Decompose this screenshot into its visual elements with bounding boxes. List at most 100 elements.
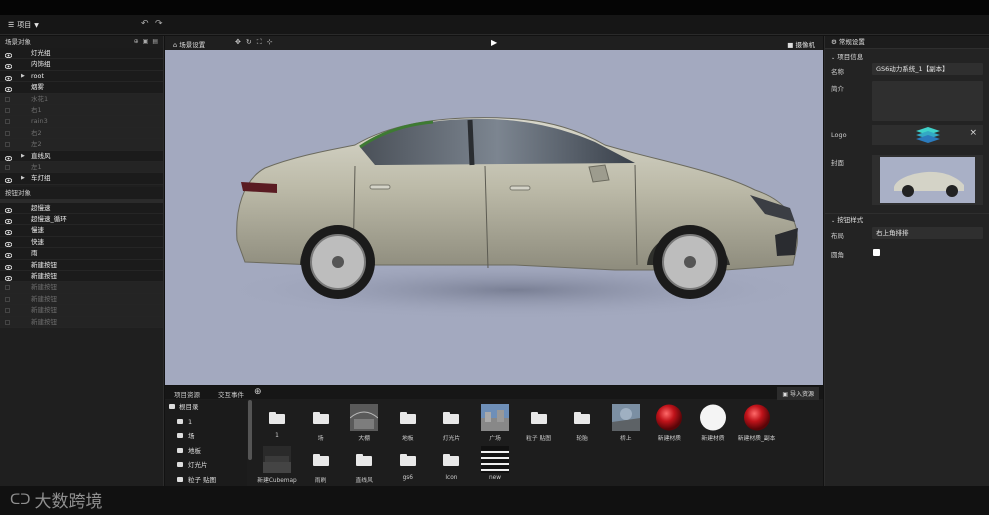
expand-caret-icon[interactable]: ▶ — [21, 173, 25, 184]
eye-icon[interactable] — [4, 62, 13, 70]
tab-project-assets[interactable]: 项目资源 — [174, 389, 200, 399]
hidden-toggle[interactable] — [5, 308, 10, 314]
asset-item[interactable]: new — [473, 444, 517, 486]
eye-icon[interactable] — [4, 263, 13, 270]
hidden-toggle[interactable] — [5, 119, 10, 125]
tree-row[interactable]: 水花1 — [0, 93, 163, 105]
3d-viewport[interactable] — [165, 50, 823, 385]
tree-row[interactable]: 右1 — [0, 104, 163, 117]
footer-bar — [0, 486, 989, 515]
tree-row-label: 灯光组 — [31, 49, 51, 57]
button-style-title: 按钮样式 — [837, 216, 864, 224]
folder-icon — [393, 404, 423, 431]
eye-icon[interactable] — [4, 176, 13, 184]
hidden-toggle[interactable] — [5, 107, 10, 113]
tree-row[interactable]: ▶ 直线风 — [0, 150, 163, 162]
directory-label: 灯光片 — [188, 461, 208, 469]
tree-row[interactable]: 左1 — [0, 161, 163, 174]
scene-settings-label: 场景设置 — [179, 41, 206, 49]
eye-icon[interactable] — [4, 240, 13, 248]
directory-scrollbar[interactable] — [248, 400, 252, 460]
eye-icon[interactable] — [4, 154, 13, 161]
directory-label: 1 — [188, 417, 193, 426]
tree-row[interactable]: 灯光组 — [0, 48, 163, 60]
eye-icon[interactable] — [4, 85, 13, 93]
tree-row[interactable]: 新建按钮 — [0, 316, 163, 328]
add-icon[interactable]: ⊕ — [134, 36, 139, 48]
button-style-section[interactable]: ⌄ 按钮样式 — [825, 213, 989, 225]
directory-item[interactable]: 粒子 贴图 — [165, 473, 247, 488]
intro-field[interactable] — [872, 81, 983, 121]
directory-label: 场 — [188, 432, 195, 440]
scene-settings-button[interactable]: ⌂ 场景设置 — [173, 39, 205, 49]
tree-row[interactable]: 慢速 — [0, 225, 163, 237]
add-tab-icon[interactable]: ⊕ — [254, 387, 262, 397]
folder-icon — [177, 476, 183, 482]
hidden-toggle[interactable] — [5, 319, 10, 325]
pivot-icon[interactable]: ⊹ — [267, 38, 273, 47]
tree-row[interactable]: 超慢速 — [0, 202, 163, 215]
tree-row[interactable]: 超慢速_循环 — [0, 214, 163, 226]
eye-icon[interactable] — [4, 217, 13, 225]
hidden-toggle[interactable] — [5, 142, 10, 148]
tree-row-label: 右2 — [31, 128, 42, 137]
directory-item[interactable]: 1 — [165, 415, 247, 430]
rounded-checkbox[interactable] — [873, 249, 880, 256]
scale-icon[interactable]: ⛶ — [257, 38, 262, 47]
logo-remove-icon[interactable]: × — [969, 128, 977, 138]
import-asset-button[interactable]: ▣ 导入资源 — [777, 387, 819, 400]
tree-row[interactable]: ▶ root — [0, 70, 163, 83]
project-info-section[interactable]: ⌄ 项目信息 — [825, 51, 989, 63]
eye-icon[interactable] — [4, 51, 13, 59]
tree-row[interactable]: 左2 — [0, 139, 163, 151]
cover-upload[interactable] — [872, 155, 983, 205]
tree-row[interactable]: 右2 — [0, 127, 163, 140]
eye-icon[interactable] — [4, 228, 13, 236]
layout-select[interactable]: 右上角排排 — [872, 227, 983, 239]
expand-caret-icon[interactable]: ▶ — [21, 71, 25, 82]
directory-item[interactable]: 灯光片 — [165, 458, 247, 473]
move-icon[interactable]: ✥ — [235, 38, 241, 47]
hidden-toggle[interactable] — [5, 164, 10, 170]
redo-icon[interactable]: ↷ — [155, 19, 163, 29]
tree-row[interactable]: 新建按钮 — [0, 305, 163, 317]
eye-icon[interactable] — [4, 274, 13, 282]
play-icon[interactable]: ▶ — [491, 38, 497, 47]
eye-icon[interactable] — [4, 206, 13, 213]
tree-row[interactable]: 快速 — [0, 236, 163, 249]
directory-item[interactable]: 地板 — [165, 444, 247, 459]
hidden-toggle[interactable] — [5, 285, 10, 291]
tree-row[interactable]: 新建按钮 — [0, 293, 163, 306]
eye-icon[interactable] — [4, 251, 13, 259]
tree-row-label: 慢速 — [31, 226, 44, 235]
directory-item[interactable]: 场 — [165, 429, 247, 444]
tree-row[interactable]: 新建按钮 — [0, 282, 163, 294]
folder-icon — [169, 404, 175, 409]
copy-icon[interactable]: ▣ — [143, 36, 149, 48]
hidden-toggle[interactable] — [5, 96, 10, 102]
rotate-icon[interactable]: ↻ — [246, 38, 252, 47]
hidden-toggle[interactable] — [5, 296, 10, 302]
project-menu[interactable]: ☰ 项目 ▼ — [8, 20, 39, 30]
undo-icon[interactable]: ↶ — [141, 19, 149, 29]
tab-interaction-events[interactable]: 交互事件 — [218, 389, 244, 399]
general-settings-header: ⚙ 常规设置 — [825, 36, 989, 49]
tree-row[interactable]: 内饰组 — [0, 59, 163, 71]
delete-icon[interactable]: ▤ — [152, 36, 158, 48]
tree-row[interactable]: 新建按钮 — [0, 271, 163, 283]
tree-row[interactable]: rain3 — [0, 116, 163, 128]
logo-upload[interactable]: × — [872, 125, 983, 145]
tree-row[interactable]: 烟雾 — [0, 82, 163, 94]
tree-row[interactable]: 雨 — [0, 248, 163, 260]
cover-thumbnail — [880, 157, 975, 203]
tree-row[interactable]: 新建按钮 — [0, 259, 163, 272]
tree-row-label: 水花1 — [31, 94, 49, 103]
hidden-toggle[interactable] — [5, 130, 10, 136]
asset-item[interactable]: 新建材质_副本 — [735, 402, 779, 444]
camera-button[interactable]: ■ 摄像机 — [787, 39, 815, 49]
expand-caret-icon[interactable]: ▶ — [21, 151, 25, 162]
name-field[interactable]: GS6动力系统_1【副本】 — [872, 63, 983, 75]
eye-icon[interactable] — [4, 74, 13, 81]
directory-item[interactable]: 根目录 — [165, 400, 247, 415]
tree-row[interactable]: ▶ 车灯组 — [0, 173, 163, 185]
